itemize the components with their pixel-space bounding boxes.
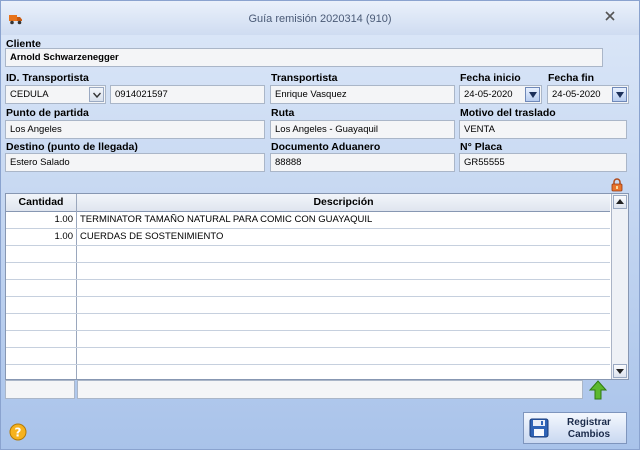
- ruta-label: Ruta: [271, 107, 295, 119]
- scroll-down-button[interactable]: [613, 364, 627, 378]
- transportista-field[interactable]: Enrique Vasquez: [270, 85, 455, 104]
- grid-header: Cantidad Descripción: [6, 194, 610, 212]
- cell-cantidad: 1.00: [54, 231, 74, 242]
- documento-field[interactable]: 88888: [270, 153, 455, 172]
- save-label-line-1: Registrar: [567, 417, 611, 428]
- svg-text:?: ?: [15, 426, 22, 440]
- motivo-label: Motivo del traslado: [460, 107, 556, 119]
- triangle-down-icon: [616, 369, 624, 374]
- fecha-fin-picker[interactable]: 24-05-2020: [547, 85, 629, 104]
- scroll-up-button[interactable]: [613, 195, 627, 209]
- id-type-dropdown-button[interactable]: [89, 87, 104, 102]
- save-button-label: Registrar Cambios: [554, 417, 624, 441]
- transportista-label: Transportista: [271, 72, 338, 84]
- fecha-fin-dropdown-button[interactable]: [612, 87, 627, 102]
- documento-label: Documento Aduanero: [271, 141, 381, 153]
- chevron-down-icon: [93, 92, 101, 98]
- table-row[interactable]: [6, 263, 610, 280]
- arrow-up-icon[interactable]: [589, 380, 607, 400]
- new-cantidad-input[interactable]: [5, 380, 75, 399]
- id-type-select[interactable]: CEDULA: [5, 85, 106, 104]
- triangle-down-icon: [529, 92, 537, 98]
- id-transportista-label: ID. Transportista: [6, 72, 89, 84]
- table-row[interactable]: 1.00 TERMINATOR TAMAÑO NATURAL PARA COMI…: [6, 212, 610, 229]
- registrar-cambios-button[interactable]: Registrar Cambios: [523, 412, 627, 444]
- close-icon[interactable]: [605, 11, 615, 21]
- fecha-inicio-picker[interactable]: 24-05-2020: [459, 85, 542, 104]
- save-label-line-2: Cambios: [567, 429, 611, 440]
- header-descripcion[interactable]: Descripción: [77, 194, 610, 211]
- cliente-field[interactable]: Arnold Schwarzenegger: [5, 48, 603, 67]
- destino-label: Destino (punto de llegada): [6, 141, 138, 153]
- table-row[interactable]: [6, 280, 610, 297]
- table-row[interactable]: [6, 314, 610, 331]
- items-grid[interactable]: Cantidad Descripción 1.00 TERMINATOR TAM…: [5, 193, 629, 380]
- guia-remision-window: Guía remisión 2020314 (910) Cliente Arno…: [0, 0, 640, 450]
- table-row[interactable]: 1.00 CUERDAS DE SOSTENIMIENTO: [6, 229, 610, 246]
- ruta-field[interactable]: Los Angeles - Guayaquil: [270, 120, 455, 139]
- lock-icon[interactable]: [611, 178, 623, 192]
- id-transportista-field[interactable]: 0914021597: [110, 85, 265, 104]
- placa-label: N° Placa: [460, 141, 503, 153]
- help-icon[interactable]: ?: [9, 423, 27, 441]
- header-cantidad[interactable]: Cantidad: [6, 194, 76, 211]
- fecha-inicio-value: 24-05-2020: [464, 89, 513, 100]
- cell-cantidad: 1.00: [54, 214, 74, 225]
- triangle-up-icon: [616, 199, 624, 204]
- floppy-disk-icon: [529, 418, 549, 438]
- table-row[interactable]: [6, 348, 610, 365]
- fecha-fin-label: Fecha fin: [548, 72, 595, 84]
- punto-partida-label: Punto de partida: [6, 107, 89, 119]
- table-row[interactable]: [6, 246, 610, 263]
- table-row[interactable]: [6, 297, 610, 314]
- triangle-down-icon: [616, 92, 624, 98]
- punto-partida-field[interactable]: Los Angeles: [5, 120, 265, 139]
- title-bar: Guía remisión 2020314 (910): [1, 1, 639, 35]
- new-descripcion-input[interactable]: [77, 380, 583, 399]
- id-type-value: CEDULA: [10, 89, 49, 100]
- fecha-inicio-dropdown-button[interactable]: [525, 87, 540, 102]
- placa-field[interactable]: GR55555: [459, 153, 627, 172]
- destino-field[interactable]: Estero Salado: [5, 153, 265, 172]
- motivo-field[interactable]: VENTA: [459, 120, 627, 139]
- table-row[interactable]: [6, 331, 610, 348]
- window-title: Guía remisión 2020314 (910): [248, 13, 392, 25]
- fecha-fin-value: 24-05-2020: [552, 89, 601, 100]
- cell-descripcion: CUERDAS DE SOSTENIMIENTO: [80, 231, 224, 242]
- table-row[interactable]: [6, 365, 610, 379]
- cell-descripcion: TERMINATOR TAMAÑO NATURAL PARA COMIC CON…: [80, 214, 373, 225]
- fecha-inicio-label: Fecha inicio: [460, 72, 521, 84]
- vertical-scrollbar[interactable]: [611, 194, 628, 379]
